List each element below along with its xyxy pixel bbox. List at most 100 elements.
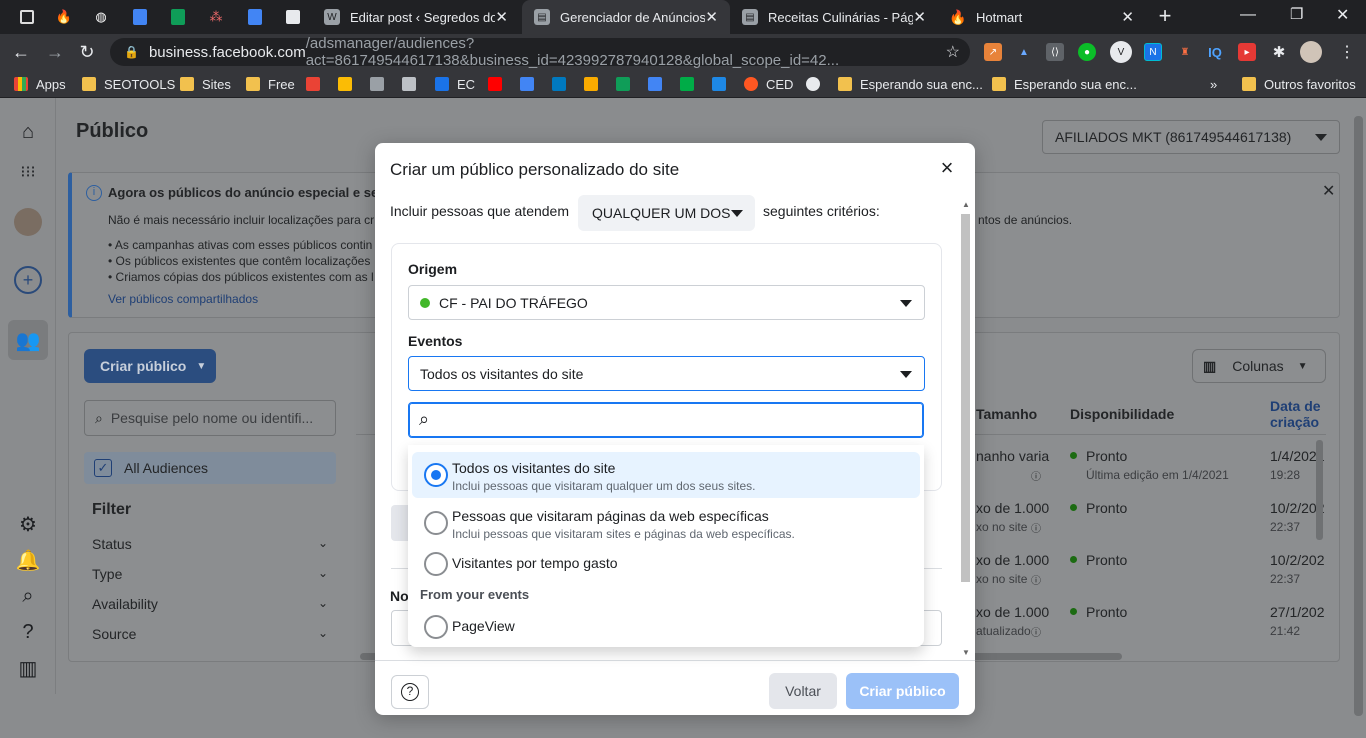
origin-select[interactable]: CF - PAI DO TRÁFEGO [408,285,925,320]
bookmark-youtube[interactable] [488,75,510,93]
extensions-puzzle-icon[interactable]: ✱ [1270,43,1288,61]
scroll-down-icon[interactable]: ▼ [962,648,970,657]
close-tab-icon[interactable]: ✕ [913,8,926,26]
minimize-button[interactable]: — [1240,6,1256,24]
filter-source[interactable]: Source ⌄ [92,626,328,644]
banner-close-icon[interactable]: ✕ [1322,181,1335,201]
column-header-created[interactable]: Data de criação [1270,398,1336,430]
close-icon[interactable]: × [935,157,959,181]
radio-selected-icon[interactable] [424,463,448,487]
extension-v-icon[interactable]: V [1110,41,1132,63]
notifications-bell-icon[interactable]: 🔔 [14,546,42,574]
bookmark-drive[interactable] [338,75,360,93]
filter-availability[interactable]: Availability ⌄ [92,596,328,614]
info-icon[interactable]: ⓘ [1031,520,1041,535]
add-icon[interactable]: + [14,266,42,294]
option-all-visitors[interactable]: Todos os visitantes do site Inclui pesso… [412,452,920,498]
option-time-spent[interactable]: Visitantes por tempo gasto [412,547,920,581]
search-icon[interactable]: ⌕ [14,582,42,610]
extension-person-icon[interactable]: ♜ [1176,43,1194,61]
tab-receitas[interactable]: ▤ Receitas Culinárias - Págin ✕ [730,0,938,34]
bookmark-box[interactable] [712,75,734,93]
close-tab-icon[interactable]: ✕ [495,8,508,26]
events-select[interactable]: Todos os visitantes do site [408,356,925,391]
home-icon[interactable]: ⌂ [14,118,42,146]
grid-menu-icon[interactable]: ⁝⁝⁝ [14,158,42,186]
bookmark-trello[interactable] [552,75,574,93]
tab-hotmart[interactable]: 🔥 Hotmart ✕ [938,0,1146,34]
bookmark-seotools[interactable]: SEOTOOLS [82,75,175,93]
bookmark-page[interactable] [402,75,424,93]
column-header-size[interactable]: Tamanho [976,406,1037,422]
settings-gear-icon[interactable]: ⚙ [14,510,42,538]
pinned-tab-globe-icon[interactable]: ◍ [90,6,112,28]
bookmark-esperando-1[interactable]: Esperando sua enc... [838,75,983,93]
pinned-tab-sheets-icon[interactable] [167,6,189,28]
radio-icon[interactable] [424,552,448,576]
back-button[interactable]: ← [6,34,36,70]
filter-type[interactable]: Type ⌄ [92,566,328,584]
extension-green-icon[interactable]: ● [1078,43,1096,61]
audiences-people-icon[interactable]: 👥 [8,320,48,360]
reports-icon[interactable]: ▥ [14,654,42,682]
option-specific-pages[interactable]: Pessoas que visitaram páginas da web esp… [412,500,920,546]
info-icon[interactable]: ⓘ [1031,468,1041,483]
bookmark-outros-favoritos[interactable]: Outros favoritos [1242,75,1356,93]
bookmarks-overflow-icon[interactable]: » [1210,75,1217,93]
include-any-select[interactable]: QUALQUER UM DOS [578,195,755,231]
dialog-scrollbar-thumb[interactable] [961,214,970,582]
column-header-availability[interactable]: Disponibilidade [1070,406,1174,422]
pinned-tab-icon[interactable] [16,6,38,28]
bookmark-ec[interactable]: EC [435,75,475,93]
pinned-tab-flame-icon[interactable]: 🔥 [53,6,75,28]
bookmark-calendar[interactable] [520,75,542,93]
profile-avatar[interactable] [1300,41,1322,63]
close-tab-icon[interactable]: ✕ [1121,8,1134,26]
scroll-up-icon[interactable]: ▲ [962,200,970,209]
reload-button[interactable]: ↻ [72,34,102,70]
shared-audiences-link[interactable]: Ver públicos compartilhados [108,292,258,306]
pinned-tab-docs-icon[interactable] [129,6,151,28]
bookmark-car[interactable] [370,75,392,93]
pinned-tab-docs2-icon[interactable] [244,6,266,28]
close-tab-icon[interactable]: ✕ [705,8,718,26]
extension-red-icon[interactable]: ▸ [1238,43,1256,61]
help-button[interactable]: ? [391,675,429,709]
checkbox-checked-icon[interactable]: ✓ [94,459,112,477]
bookmark-free[interactable]: Free [246,75,295,93]
pinned-tab-page-icon[interactable] [282,6,304,28]
restore-button[interactable]: ❐ [1290,5,1303,23]
bookmark-apps[interactable]: Apps [14,75,66,93]
info-icon[interactable]: ⓘ [1031,572,1041,587]
forward-button[interactable]: → [40,34,70,70]
bookmark-star-icon[interactable]: ☆ [946,42,960,62]
columns-button[interactable]: ▥ Colunas ▼ [1192,349,1326,383]
pinned-tab-asana-icon[interactable]: ⁂ [205,6,227,28]
bookmark-tag-manager[interactable] [648,75,670,93]
address-bar[interactable]: 🔒 business.facebook.com/adsmanager/audie… [110,35,970,69]
bookmark-analytics[interactable] [584,75,606,93]
option-pageview[interactable]: PageView [412,609,920,643]
page-scrollbar-thumb[interactable] [1354,116,1363,716]
bookmark-esperando-2[interactable]: Esperando sua enc... [992,75,1137,93]
extension-chart-icon[interactable]: ↗ [984,43,1002,61]
bookmark-chat[interactable] [680,75,702,93]
user-avatar[interactable] [14,208,42,236]
bookmark-sites[interactable]: Sites [180,75,231,93]
account-select[interactable]: AFILIADOS MKT (861749544617138) [1042,120,1340,154]
event-search-input[interactable]: ⌕ [408,402,924,438]
bookmark-ced[interactable]: CED [744,75,793,93]
create-audience-button[interactable]: Criar público ▼ [84,349,216,383]
table-vertical-scrollbar[interactable] [1316,440,1323,540]
help-icon[interactable]: ? [14,618,42,646]
extension-n-icon[interactable]: N [1144,43,1162,61]
all-audiences-filter[interactable]: ✓ All Audiences [84,452,336,484]
page-scrollbar[interactable] [1351,98,1366,738]
bookmark-gmail[interactable] [306,75,328,93]
back-button[interactable]: Voltar [769,673,837,709]
browser-menu-icon[interactable]: ⋮ [1338,43,1356,61]
bookmark-sheets[interactable] [616,75,638,93]
radio-icon[interactable] [424,615,448,639]
extension-triangle-icon[interactable]: ▲ [1015,43,1033,61]
audience-search-input[interactable]: ⌕ Pesquise pelo nome ou identifi... [84,400,336,436]
